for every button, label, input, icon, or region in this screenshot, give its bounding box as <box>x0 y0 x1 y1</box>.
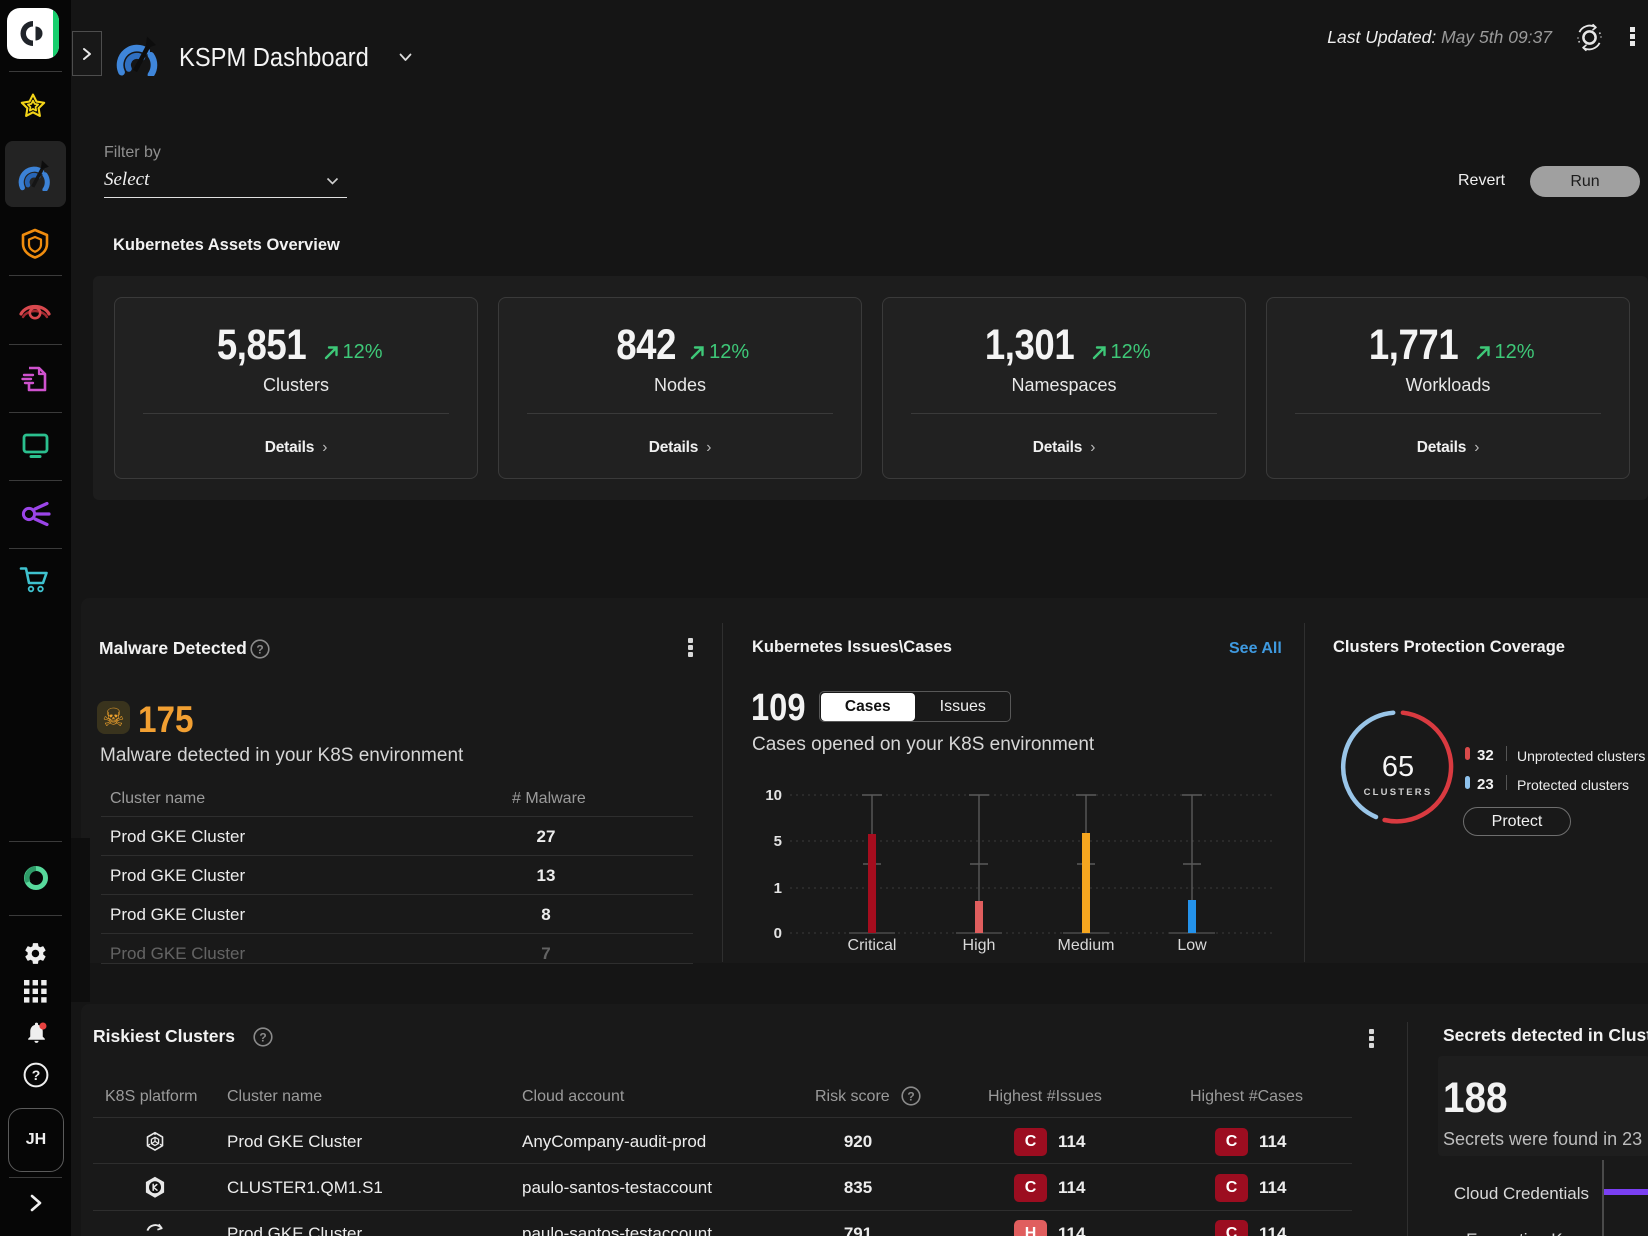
svg-text:CLUSTERS: CLUSTERS <box>1364 787 1433 798</box>
svg-text:Low: Low <box>1177 937 1207 954</box>
svg-text:10: 10 <box>765 787 782 804</box>
svg-text:1: 1 <box>774 880 782 897</box>
svg-text:?: ? <box>907 1090 914 1104</box>
svg-text:?: ? <box>32 1067 41 1083</box>
svg-text:0: 0 <box>774 925 782 942</box>
svg-text:Critical: Critical <box>848 937 897 954</box>
svg-text:High: High <box>963 937 996 954</box>
svg-text:?: ? <box>259 1031 266 1045</box>
svg-text:65: 65 <box>1382 751 1414 783</box>
svg-text:Medium: Medium <box>1058 937 1115 954</box>
svg-text:?: ? <box>256 643 263 657</box>
svg-text:5: 5 <box>774 833 782 850</box>
